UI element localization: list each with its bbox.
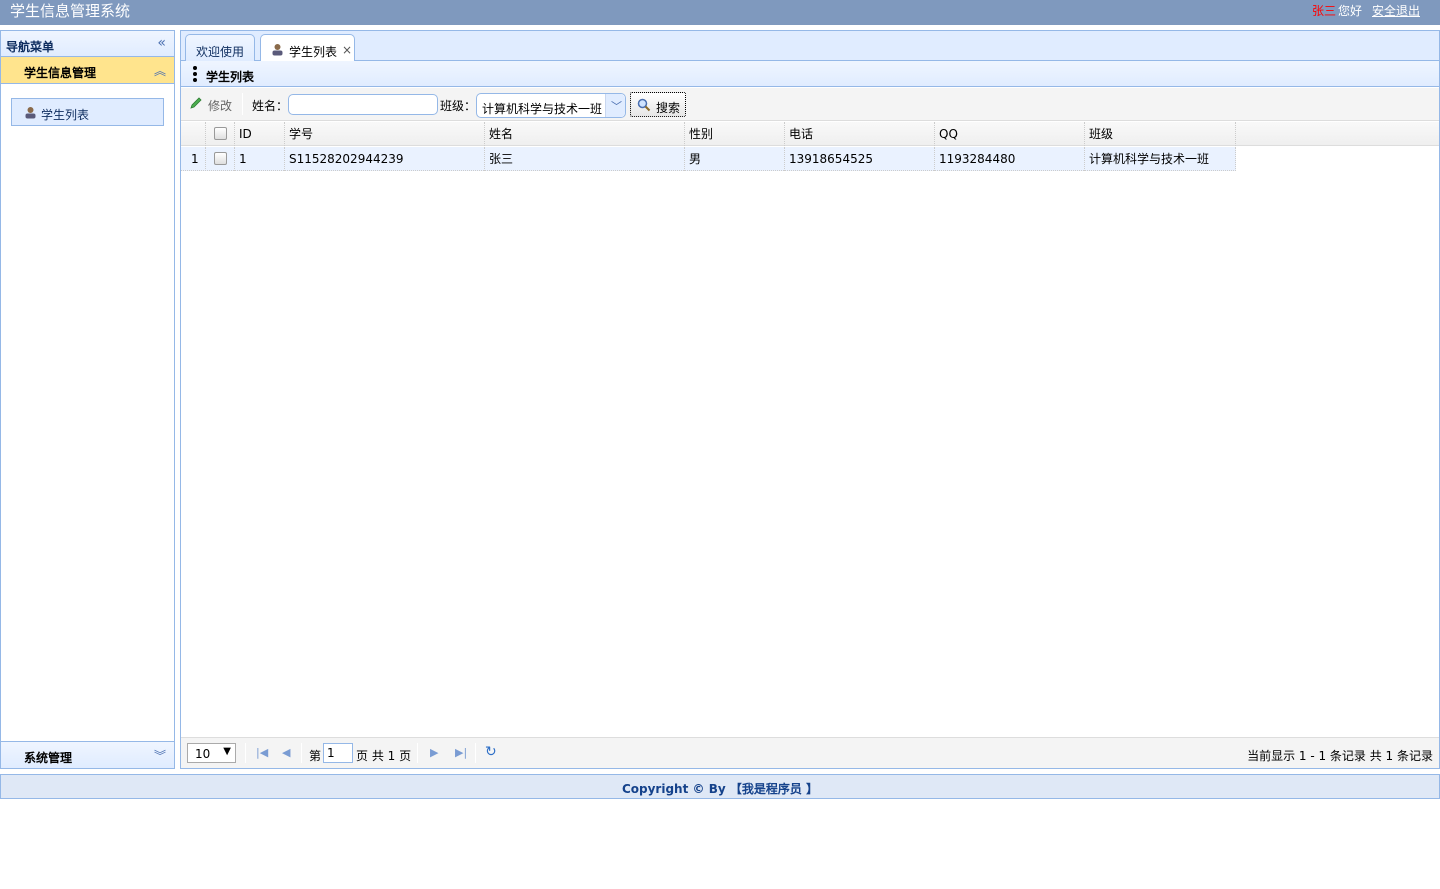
app-title: 学生信息管理系统 — [10, 2, 131, 20]
page-size-value: 10 — [195, 747, 211, 761]
column-header-student-no[interactable]: 学号 — [285, 122, 485, 146]
chevron-down-icon[interactable]: ﹀ — [605, 94, 625, 117]
nav-panel-title: 导航菜单 — [6, 40, 55, 54]
column-header-qq[interactable]: QQ — [935, 122, 1085, 146]
search-button-label: 搜索 — [656, 101, 681, 115]
pencil-icon — [189, 96, 203, 113]
name-search-input[interactable] — [288, 94, 438, 115]
select-all-cell — [206, 122, 235, 146]
page-size-select[interactable]: 10 ▼ — [187, 743, 236, 763]
greeting-text: 您好 — [1337, 4, 1362, 18]
user-name: 张三 — [1311, 4, 1336, 18]
more-vertical-icon — [193, 66, 197, 82]
tab-student-list[interactable]: 学生列表 × — [260, 34, 355, 62]
accordion-system-management[interactable]: 系统管理 ︾ — [1, 741, 174, 768]
row-select-cell — [206, 147, 235, 171]
cell-class: 计算机科学与技术一班 — [1085, 147, 1236, 171]
nav-panel-header: 导航菜单 « — [1, 31, 174, 57]
chevron-up-icon[interactable]: ︽ — [154, 62, 166, 79]
cell-id: 1 — [235, 147, 285, 171]
refresh-icon[interactable]: ↻ — [485, 744, 497, 760]
pager-separator — [245, 743, 246, 763]
page-prefix-label: 第 — [309, 749, 322, 763]
user-area: 张三 您好 安全退出 — [1312, 4, 1420, 18]
cell-qq: 1193284480 — [935, 147, 1085, 171]
accordion-title: 学生信息管理 — [24, 66, 97, 80]
cell-phone: 13918654525 — [785, 147, 935, 171]
name-label: 姓名： — [252, 99, 289, 113]
last-page-icon[interactable]: ▶| — [455, 746, 467, 759]
class-label: 班级： — [440, 99, 477, 113]
prev-page-icon[interactable]: ◀ — [282, 746, 290, 759]
panel-title: 学生列表 — [206, 70, 255, 84]
nav-item-label: 学生列表 — [41, 108, 90, 122]
data-grid: ID 学号 姓名 性别 电话 QQ 班级 1 1 S11528202944239… — [181, 122, 1439, 737]
tabs-header: 欢迎使用 学生列表 × — [181, 31, 1439, 62]
accordion-title: 系统管理 — [24, 751, 73, 765]
accordion-student-management[interactable]: 学生信息管理 ︽ — [1, 57, 174, 84]
pager-separator — [417, 743, 418, 763]
footer: Copyright © By 【我是程序员 】 — [0, 774, 1440, 799]
search-icon — [637, 98, 651, 115]
logout-link[interactable]: 安全退出 — [1372, 4, 1420, 18]
next-page-icon[interactable]: ▶ — [430, 746, 438, 759]
cell-name: 张三 — [485, 147, 685, 171]
class-select[interactable]: 计算机科学与技术一班 ﹀ — [476, 93, 626, 118]
row-checkbox[interactable] — [214, 152, 227, 165]
tab-welcome[interactable]: 欢迎使用 — [185, 34, 255, 61]
panel-header: 学生列表 — [181, 61, 1439, 87]
row-number-header — [181, 122, 206, 146]
first-page-icon[interactable]: |◀ — [256, 746, 268, 759]
tabs-container: 欢迎使用 学生列表 × 学生列表 修改 姓名： 班级： 计算机科学与技术一班 ﹀ — [180, 30, 1440, 769]
current-page-input[interactable] — [323, 743, 353, 763]
column-header-id[interactable]: ID — [235, 122, 285, 146]
page-total-label: 页 共 1 页 — [356, 749, 412, 763]
row-number: 1 — [181, 147, 206, 171]
user-icon — [24, 106, 37, 122]
copyright-text: Copyright © By 【我是程序员 】 — [621, 782, 819, 796]
pager-separator — [301, 743, 302, 763]
nav-panel: 导航菜单 « 学生信息管理 ︽ 学生列表 系统管理 ︾ — [0, 30, 175, 769]
tab-label: 学生列表 — [289, 45, 338, 59]
nav-item-student-list[interactable]: 学生列表 — [11, 98, 164, 126]
chevron-down-icon[interactable]: ︾ — [154, 747, 166, 764]
pager-separator — [475, 743, 476, 763]
collapse-left-icon[interactable]: « — [157, 35, 166, 51]
grid-header: ID 学号 姓名 性别 电话 QQ 班级 — [181, 122, 1439, 146]
edit-button-label: 修改 — [208, 99, 233, 113]
column-header-gender[interactable]: 性别 — [685, 122, 785, 146]
select-all-checkbox[interactable] — [214, 127, 227, 140]
user-icon — [271, 43, 284, 59]
tab-label: 欢迎使用 — [196, 45, 245, 59]
search-button[interactable]: 搜索 — [630, 92, 686, 117]
close-icon[interactable]: × — [342, 43, 352, 57]
app-header: 学生信息管理系统 张三 您好 安全退出 — [0, 0, 1440, 25]
caret-down-icon: ▼ — [223, 746, 231, 757]
toolbar: 修改 姓名： 班级： 计算机科学与技术一班 ﹀ 搜索 — [181, 88, 1439, 121]
column-header-phone[interactable]: 电话 — [785, 122, 935, 146]
record-info: 当前显示 1 - 1 条记录 共 1 条记录 — [1247, 749, 1433, 763]
column-header-class[interactable]: 班级 — [1085, 122, 1236, 146]
table-row[interactable]: 1 1 S11528202944239 张三 男 13918654525 119… — [181, 147, 1236, 171]
toolbar-separator — [242, 93, 243, 115]
column-header-name[interactable]: 姓名 — [485, 122, 685, 146]
cell-student-no: S11528202944239 — [285, 147, 485, 171]
pagination-bar: 10 ▼ |◀ ◀ 第 页 共 1 页 ▶ ▶| ↻ 当前显示 1 - 1 条记… — [181, 737, 1439, 768]
class-select-value: 计算机科学与技术一班 — [482, 102, 603, 116]
cell-gender: 男 — [685, 147, 785, 171]
